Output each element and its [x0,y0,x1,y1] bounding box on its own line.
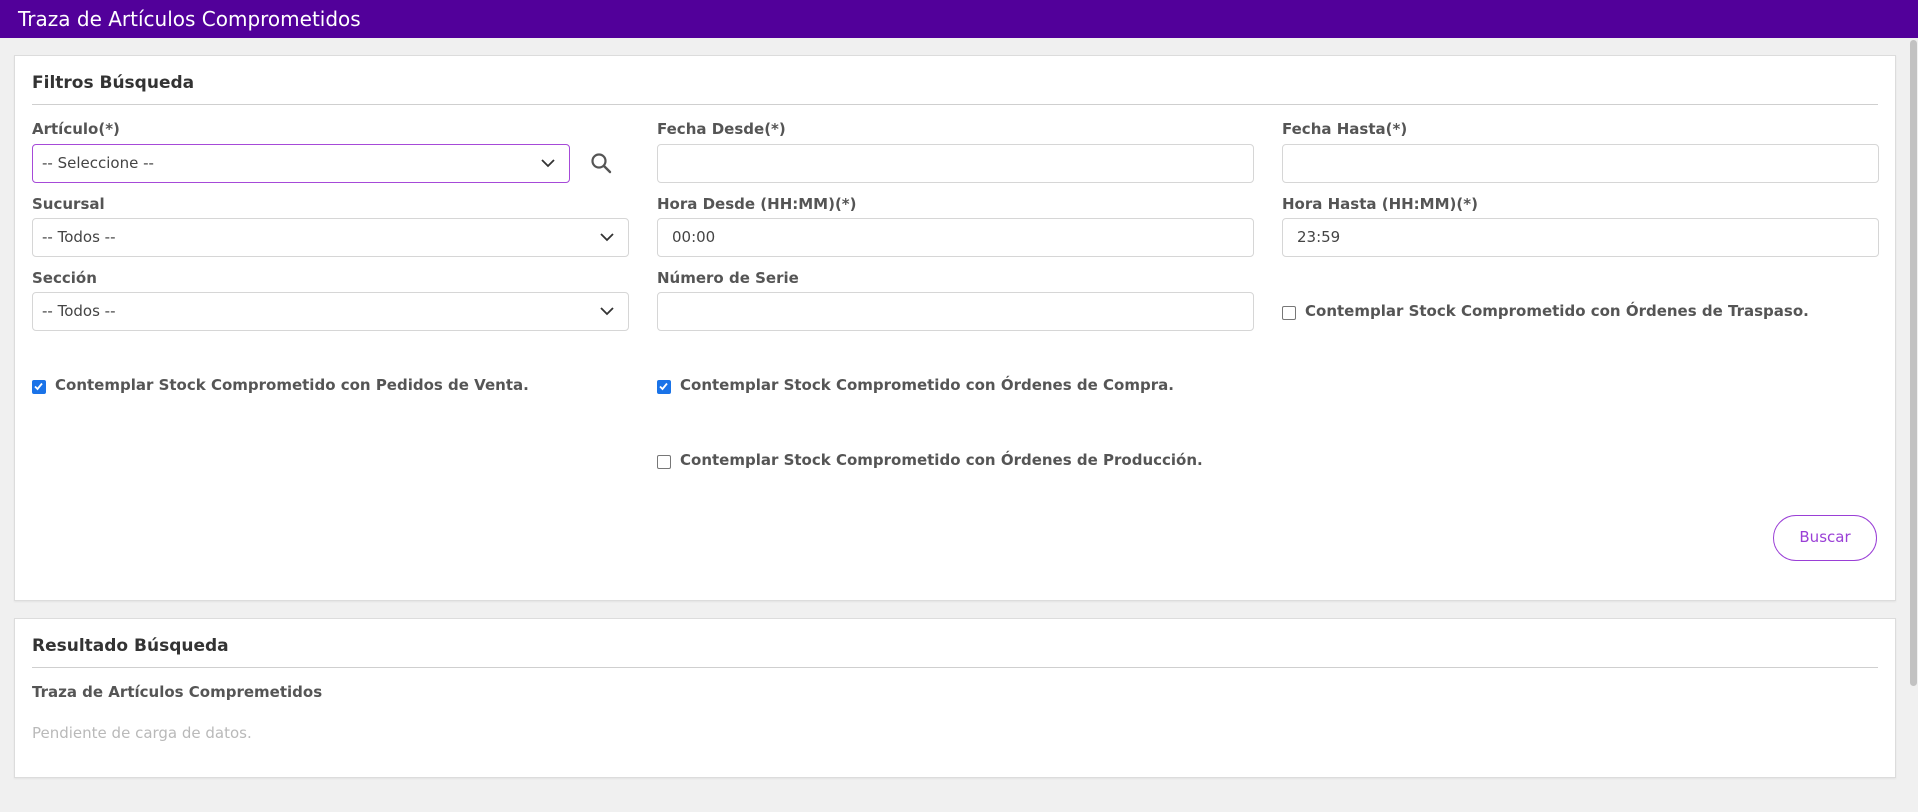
fecha-desde-input[interactable] [657,144,1254,183]
sucursal-select-value: -- Todos -- [42,228,116,246]
hora-hasta-input[interactable]: 23:59 [1282,218,1879,257]
results-title: Resultado Búsqueda [32,636,229,656]
seccion-select[interactable]: -- Todos -- [32,292,629,331]
results-panel: Resultado Búsqueda Traza de Artículos Co… [14,618,1896,778]
ordenes-compra-checkbox[interactable] [657,380,671,394]
sucursal-select[interactable]: -- Todos -- [32,218,629,257]
hora-hasta-value: 23:59 [1297,228,1341,246]
ordenes-compra-checkbox-label: Contemplar Stock Comprometido con Órdene… [680,376,1174,394]
chevron-down-icon [600,233,614,242]
sucursal-label: Sucursal [32,195,105,213]
numero-serie-input[interactable] [657,292,1254,331]
filters-title: Filtros Búsqueda [32,73,195,93]
articulo-select[interactable]: -- Seleccione -- [32,144,570,183]
fecha-hasta-input[interactable] [1282,144,1879,183]
ordenes-produccion-checkbox-label: Contemplar Stock Comprometido con Órdene… [680,451,1203,469]
hora-desde-value: 00:00 [672,228,716,246]
hora-desde-input[interactable]: 00:00 [657,218,1254,257]
traspaso-checkbox-label: Contemplar Stock Comprometido con Órdene… [1305,302,1809,320]
pedidos-venta-checkbox-label: Contemplar Stock Comprometido con Pedido… [55,376,529,394]
search-icon[interactable] [590,152,612,174]
hora-hasta-label: Hora Hasta (HH:MM)(*) [1282,195,1478,213]
chevron-down-icon [541,159,555,168]
app-header: Traza de Artículos Comprometidos [0,0,1918,38]
page-title: Traza de Artículos Comprometidos [18,7,361,31]
results-subtitle: Traza de Artículos Compremetidos [32,683,323,701]
pedidos-venta-checkbox[interactable] [32,380,46,394]
buscar-button[interactable]: Buscar [1773,515,1877,561]
check-icon [659,382,668,391]
numero-serie-label: Número de Serie [657,269,799,287]
filters-divider [32,104,1878,105]
check-icon [34,382,43,391]
fecha-hasta-label: Fecha Hasta(*) [1282,120,1408,138]
chevron-down-icon [600,307,614,316]
articulo-select-value: -- Seleccione -- [42,154,154,172]
seccion-select-value: -- Todos -- [42,302,116,320]
ordenes-produccion-checkbox[interactable] [657,455,671,469]
scrollbar-thumb[interactable] [1910,40,1917,686]
fecha-desde-label: Fecha Desde(*) [657,120,786,138]
seccion-label: Sección [32,269,97,287]
traspaso-checkbox[interactable] [1282,306,1296,320]
filters-panel: Filtros Búsqueda Artículo(*) -- Seleccio… [14,55,1896,601]
articulo-label: Artículo(*) [32,120,120,138]
hora-desde-label: Hora Desde (HH:MM)(*) [657,195,857,213]
results-empty-message: Pendiente de carga de datos. [32,724,252,742]
results-divider [32,667,1878,668]
